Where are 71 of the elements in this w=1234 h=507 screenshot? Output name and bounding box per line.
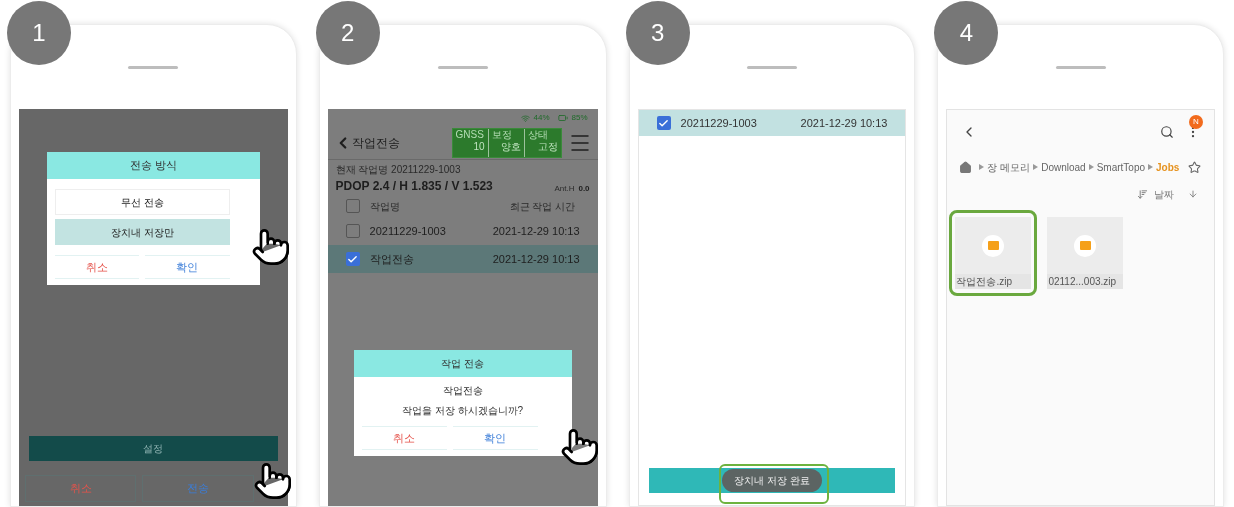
home-icon[interactable] [959,160,973,174]
current-job: 현재 작업명 20211229-1003 [334,163,462,177]
triangle-icon [979,164,985,170]
battery-icon [557,113,568,123]
breadcrumb-item[interactable]: Jobs [1156,159,1180,175]
screen-title: 작업전송 [351,134,400,152]
dialog-heading: 작업전송 [441,384,484,398]
triangle-icon [1148,164,1154,170]
signal-icon [520,113,530,123]
job-row[interactable]: 20211229-1003 2021-12-29 10:13 [638,110,906,136]
dialog-message: 작업을 저장 하시겠습니까? [401,404,525,418]
job-time: 2021-12-29 10:13 [800,115,888,131]
triangle-icon [1088,164,1094,170]
sort-direction-icon[interactable] [1188,189,1198,199]
file-name: 작업전송.zip [955,274,1032,289]
option-button[interactable]: 장치내 저장만 [55,219,230,245]
gnss-label: 보정 [491,129,513,140]
notification-badge: N [1189,115,1203,129]
option-button[interactable]: 무선 전송 [55,189,230,215]
job-row[interactable]: 20211229-1003 2021-12-29 10:13 [327,217,598,245]
speaker-grille [747,65,797,69]
step-number: 2 [315,1,380,65]
job-time: 2021-12-29 10:13 [492,251,580,267]
step-number: 1 [7,1,71,65]
ant-label: Ant.H [554,183,575,195]
dialog-button[interactable]: 확인 [452,426,538,450]
battery-level: 85% [571,112,588,124]
gnss-label: GNSS [455,129,485,140]
job-time: 2021-12-29 10:13 [492,223,580,239]
settings-button[interactable]: 설정 [29,436,278,461]
job-row[interactable]: 작업전송 2021-12-29 10:13 [327,245,598,273]
job-name: 20211229-1003 [369,223,447,239]
file-tile[interactable]: 작업전송.zip [949,210,1038,296]
sort-label[interactable]: 날짜 [1154,186,1174,202]
job-name: 작업전송 [369,251,415,267]
precision-reading: PDOP 2.4 / H 1.835 / V 1.523 [335,178,493,195]
dialog-button[interactable]: 취소 [361,426,447,450]
step-number: 4 [934,1,999,65]
speaker-grille [1055,65,1106,69]
dialog-button[interactable]: 확인 [145,255,230,279]
search-icon[interactable] [1160,125,1174,139]
dialog-title: 전송 방식 [47,152,260,179]
speaker-grille [128,65,179,69]
folder-icon [1074,234,1097,257]
column-header: 작업명 [369,199,401,214]
folder-icon [982,234,1005,257]
sort-icon[interactable] [1137,188,1148,200]
triangle-icon [1033,164,1039,170]
column-header: 최근 작업 시간 [509,199,576,214]
checkbox[interactable] [345,224,360,238]
job-name: 20211229-1003 [680,115,758,131]
signal-level: 44% [533,112,550,124]
file-name: 02112...003.zip [1047,274,1124,289]
checkbox[interactable] [656,116,671,130]
breadcrumb-item[interactable]: SmartTopo [1096,159,1146,175]
gnss-value: 고정 [536,141,558,152]
ant-value: 0.0 [578,183,590,195]
speaker-grille [437,65,488,69]
breadcrumb-item[interactable]: Download [1041,159,1086,175]
breadcrumb-item[interactable]: 장 메모리 [987,159,1031,175]
checkbox[interactable] [345,252,360,266]
gnss-value: 양호 [499,141,521,152]
dialog-button[interactable]: 취소 [55,255,140,279]
gnss-value: 10 [472,141,485,152]
pointer-hand-icon [253,461,293,501]
dialog-title: 작업 전송 [353,350,572,377]
star-icon[interactable] [1188,160,1202,174]
toast-message: 장치내 저장 완료 [722,469,822,492]
step-number: 3 [625,1,690,65]
checkbox[interactable] [345,199,360,213]
gnss-label: 상태 [527,129,549,140]
